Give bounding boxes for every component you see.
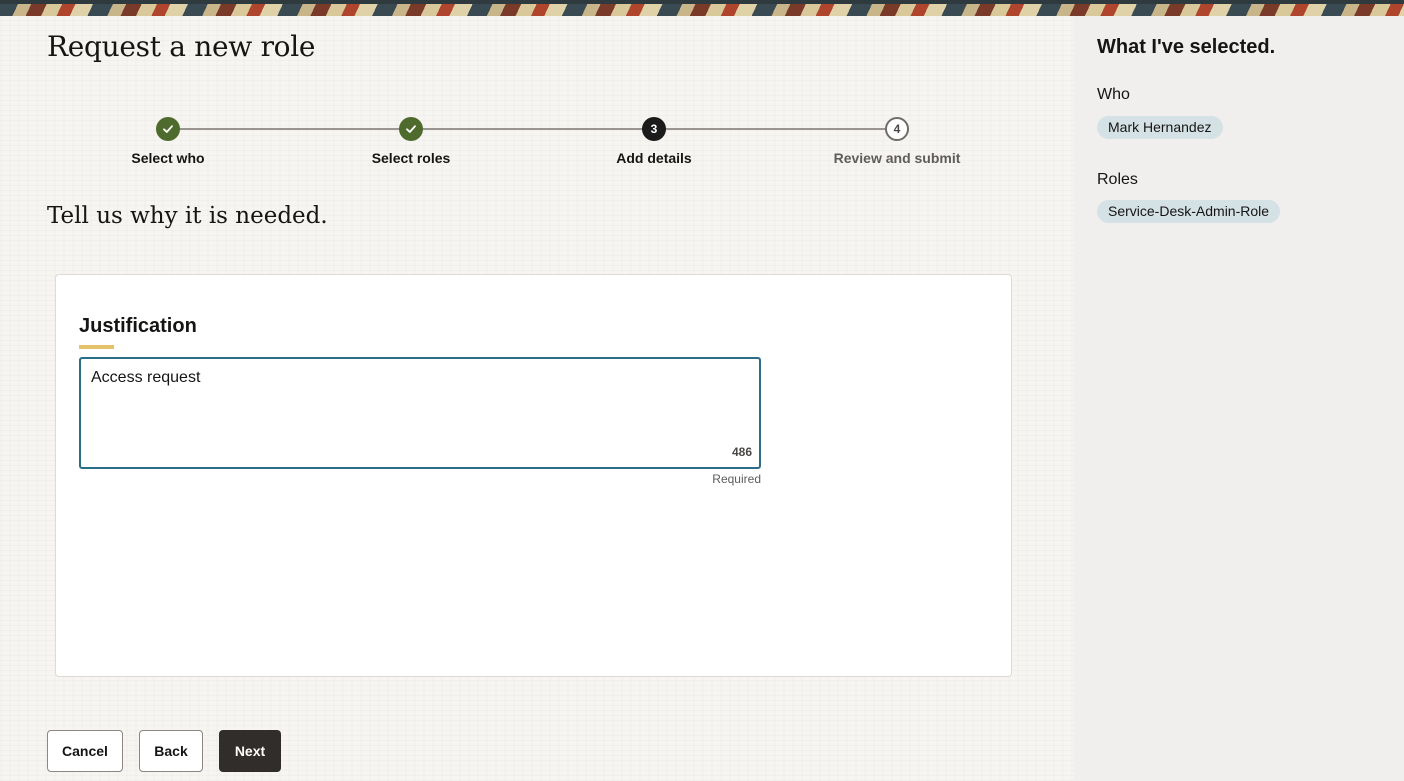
check-icon	[156, 117, 180, 141]
back-button[interactable]: Back	[139, 730, 203, 772]
step-review-and-submit: 4 Review and submit	[817, 116, 977, 166]
roles-label: Roles	[1097, 171, 1138, 188]
character-count: 486	[731, 445, 752, 459]
step-label: Select roles	[371, 150, 451, 166]
check-icon	[399, 117, 423, 141]
selection-summary-panel: What I've selected. Who Mark Hernandez R…	[1074, 16, 1404, 781]
main-content: Request a new role Select who Select rol…	[0, 16, 1074, 781]
step-number-badge: 4	[885, 117, 909, 141]
who-label: Who	[1097, 86, 1130, 103]
justification-title: Justification	[79, 315, 197, 337]
justification-card: Justification Access request 486 Require…	[55, 274, 1012, 677]
step-add-details: 3 Add details	[574, 116, 734, 166]
section-heading: Tell us why it is needed.	[47, 203, 328, 229]
justification-input[interactable]: Access request	[91, 369, 731, 429]
step-number-badge: 3	[642, 117, 666, 141]
page-title: Request a new role	[47, 30, 316, 63]
step-select-roles[interactable]: Select roles	[331, 116, 491, 166]
progress-stepper: Select who Select roles 3 Add details 4 …	[47, 116, 1019, 176]
step-label: Add details	[616, 150, 692, 166]
step-label: Select who	[131, 150, 205, 166]
step-select-who[interactable]: Select who	[88, 116, 248, 166]
role-chip: Service-Desk-Admin-Role	[1097, 200, 1281, 223]
who-chip: Mark Hernandez	[1097, 116, 1223, 139]
justification-field: Access request 486	[79, 357, 761, 469]
required-hint: Required	[712, 472, 761, 486]
step-label: Review and submit	[833, 150, 961, 166]
summary-title: What I've selected.	[1097, 36, 1276, 58]
cancel-button[interactable]: Cancel	[47, 730, 123, 772]
title-accent-bar	[79, 345, 114, 349]
decorative-banner	[0, 0, 1404, 16]
next-button[interactable]: Next	[219, 730, 281, 772]
